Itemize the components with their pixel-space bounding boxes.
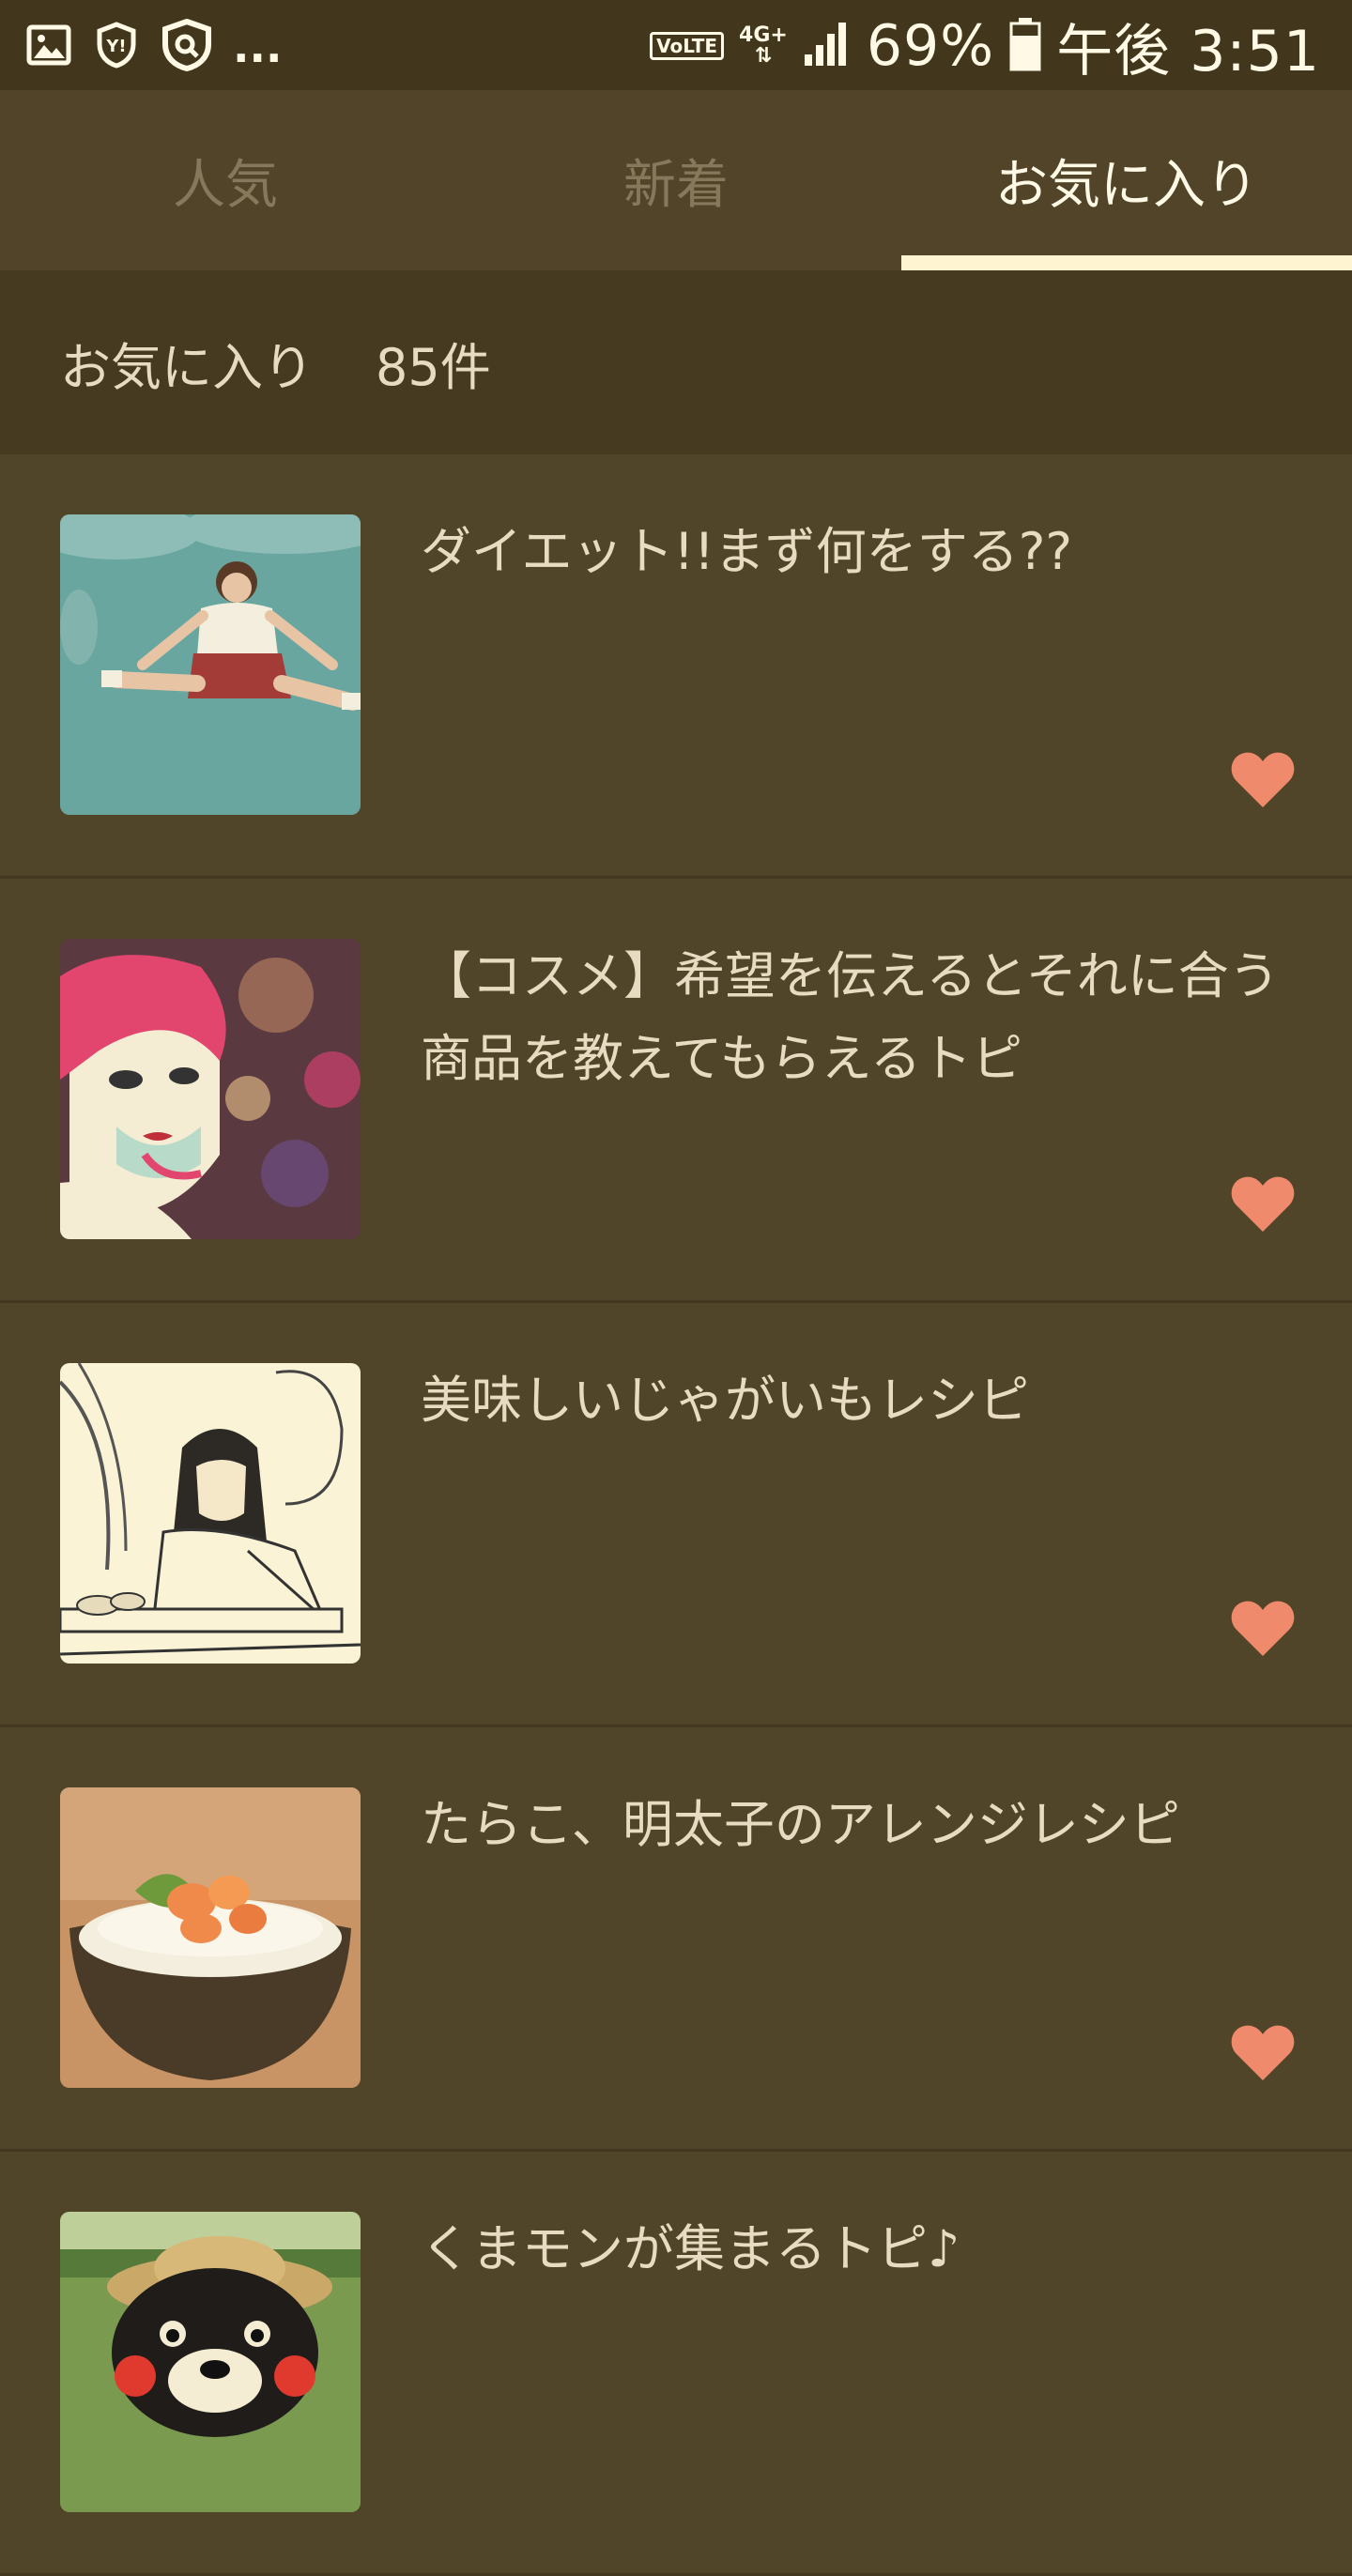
thumbnail-diet bbox=[60, 514, 361, 815]
svg-text:Y!: Y! bbox=[105, 37, 126, 56]
tab-favorites[interactable]: お気に入り bbox=[901, 90, 1352, 270]
item-title: 美味しいじゃがいもレシピ bbox=[421, 1371, 1029, 1430]
tab-popular[interactable]: 人気 bbox=[0, 90, 451, 270]
favorites-count: 85件 bbox=[376, 337, 491, 397]
list-item[interactable]: たらこ、明太子のアレンジレシピ bbox=[0, 1727, 1352, 2152]
battery-percent: 69% bbox=[866, 13, 995, 79]
battery-icon bbox=[1009, 17, 1041, 75]
tab-new[interactable]: 新着 bbox=[451, 90, 901, 270]
signal-icon bbox=[803, 21, 852, 71]
network-type: 4G+ ⇅ bbox=[739, 25, 788, 67]
status-right-icons: VoLTE 4G+ ⇅ 69% 午後 3:51 bbox=[650, 13, 1320, 84]
yahoo-shield-icon: Y! bbox=[96, 22, 137, 72]
image-icon bbox=[26, 24, 71, 69]
list-item[interactable]: 【コスメ】希望を伝えるとそれに合う商品を教えてもらえるトピ bbox=[0, 879, 1352, 1303]
thumbnail-tarako bbox=[60, 1787, 361, 2088]
list-item[interactable]: くまモンが集まるトピ♪ bbox=[0, 2152, 1352, 2576]
thumbnail-kumamon bbox=[60, 2212, 361, 2512]
heart-icon[interactable] bbox=[1230, 749, 1296, 809]
tab-label: 新着 bbox=[623, 154, 729, 216]
favorites-count-header: お気に入り 85件 bbox=[0, 270, 1352, 454]
security-shield-icon bbox=[161, 18, 212, 75]
heart-icon[interactable] bbox=[1230, 1598, 1296, 1658]
item-title: たらこ、明太子のアレンジレシピ bbox=[421, 1795, 1180, 1854]
favorites-label: お気に入り bbox=[60, 337, 314, 397]
list-item[interactable]: 美味しいじゃがいもレシピ bbox=[0, 1303, 1352, 1727]
thumbnail-cosme bbox=[60, 939, 361, 1239]
tab-label: お気に入り bbox=[995, 154, 1258, 216]
heart-icon[interactable] bbox=[1230, 1173, 1296, 1234]
clock: 午後 3:51 bbox=[1056, 18, 1320, 84]
list-item[interactable]: ダイエット!!まず何をする?? bbox=[0, 454, 1352, 879]
tab-bar: 人気 新着 お気に入り bbox=[0, 90, 1352, 270]
favorites-list: ダイエット!!まず何をする?? 【コスメ】希望を伝えるとそれに合う商品を教えても… bbox=[0, 454, 1352, 2576]
heart-icon[interactable] bbox=[1230, 2022, 1296, 2082]
status-bar: Y! ... VoLTE 4G+ ⇅ 69% 午後 3:51 bbox=[0, 0, 1352, 90]
active-tab-indicator bbox=[901, 255, 1352, 270]
status-left-icons: Y! ... bbox=[26, 18, 283, 75]
item-title: 【コスメ】希望を伝えるとそれに合う商品を教えてもらえるトピ bbox=[421, 946, 1280, 1088]
thumbnail-potato bbox=[60, 1363, 361, 1664]
network-label: 4G+ bbox=[739, 23, 788, 47]
item-title: ダイエット!!まず何をする?? bbox=[421, 522, 1073, 581]
tab-label: 人気 bbox=[173, 154, 278, 216]
volte-badge: VoLTE bbox=[650, 32, 725, 60]
more-notifications-icon: ... bbox=[233, 22, 283, 72]
item-title: くまモンが集まるトピ♪ bbox=[421, 2219, 960, 2278]
data-arrows-icon: ⇅ bbox=[754, 44, 773, 68]
